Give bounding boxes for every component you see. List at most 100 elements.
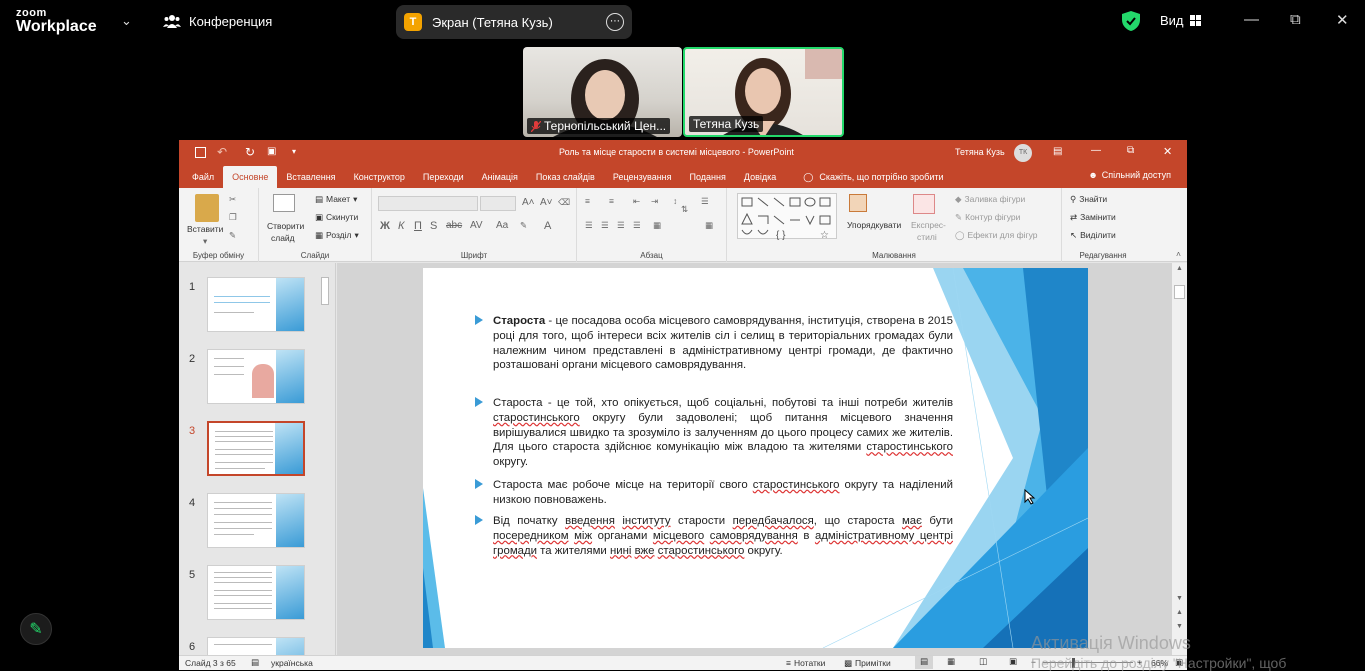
select-button[interactable]: ↖ Виділити [1070, 230, 1116, 241]
character-spacing-icon[interactable]: AV [470, 220, 483, 231]
thumbnail-row[interactable]: 1 [179, 277, 329, 337]
new-slide-button-line1[interactable]: Створити [267, 221, 304, 231]
undo-icon[interactable]: ↶ [217, 145, 227, 159]
shapes-gallery[interactable]: { } ☆ [737, 193, 837, 241]
paste-icon[interactable] [195, 194, 219, 222]
view-button[interactable]: Вид [1160, 13, 1201, 28]
format-painter-icon[interactable]: ✎ [229, 230, 236, 241]
shape-outline-button[interactable]: ✎ Контур фігури [955, 212, 1020, 223]
numbering-icon[interactable]: ≡ [609, 196, 614, 206]
tab-insert[interactable]: Вставлення [277, 166, 344, 188]
spelling-icon[interactable]: ▤ [251, 657, 259, 668]
text-direction-icon[interactable]: ⇅ [681, 204, 688, 215]
comments-button[interactable]: ▩ Примітки [844, 658, 891, 669]
notes-button[interactable]: ≡ Нотатки [786, 658, 825, 668]
meeting-info-button[interactable]: Конференция [163, 13, 272, 29]
annotate-pen-button[interactable]: ✎ [20, 613, 52, 645]
strikethrough-icon[interactable]: abc [446, 220, 462, 231]
tell-me-search[interactable]: ◯ Скажіть, що потрібно зробити [785, 166, 952, 188]
italic-icon[interactable]: К [398, 220, 404, 232]
normal-view-icon[interactable]: ▤ [915, 656, 933, 669]
thumbnail-scrollbar[interactable] [320, 267, 330, 651]
tab-help[interactable]: Довідка [735, 166, 785, 188]
scrollbar-thumb[interactable] [321, 277, 329, 305]
save-icon[interactable] [195, 147, 206, 158]
redo-icon[interactable]: ↻ [245, 145, 255, 159]
slide-thumbnail[interactable] [207, 277, 305, 332]
shape-effects-button[interactable]: ◯ Ефекти для фігур [955, 230, 1037, 241]
thumbnail-row[interactable]: 3 [179, 421, 329, 481]
copy-icon[interactable]: ❐ [229, 212, 237, 223]
share-button[interactable]: ☻ Спільний доступ [1088, 170, 1171, 180]
slide-thumbnail[interactable] [207, 349, 305, 404]
paste-button[interactable]: Вставити [187, 224, 223, 234]
new-slide-icon[interactable] [273, 194, 295, 212]
decrease-indent-icon[interactable]: ⇤ [633, 196, 640, 207]
tab-home[interactable]: Основне [223, 166, 278, 188]
slideshow-icon[interactable]: ▣ [1009, 656, 1017, 667]
shape-fill-button[interactable]: ◆ Заливка фігури [955, 194, 1025, 205]
tab-animations[interactable]: Анімація [473, 166, 527, 188]
chevron-down-icon[interactable]: ⌄ [121, 13, 132, 29]
customize-toolbar-icon[interactable]: ▾ [292, 147, 296, 156]
slideshow-start-icon[interactable]: ▣ [267, 146, 276, 157]
align-left-icon[interactable]: ☰ [585, 220, 593, 231]
tab-slideshow[interactable]: Показ слайдів [527, 166, 604, 188]
font-size-select[interactable] [480, 196, 516, 211]
previous-slide-icon[interactable]: ▲ [1176, 609, 1183, 616]
account-name[interactable]: Тетяна Кузь [955, 147, 1005, 157]
minimize-icon[interactable]: — [1091, 145, 1101, 156]
replace-button[interactable]: ⇄ Замінити [1070, 212, 1116, 223]
new-slide-button-line2[interactable]: слайд [271, 233, 295, 243]
bold-icon[interactable]: Ж [380, 220, 390, 232]
quick-styles-button-line1[interactable]: Експрес- [911, 220, 946, 230]
restore-icon[interactable]: ⧉ [1127, 145, 1134, 156]
screen-share-pill[interactable]: Т Экран (Тетяна Кузь) ⋯ [396, 5, 632, 39]
quick-styles-icon[interactable] [913, 194, 935, 214]
align-text-icon[interactable]: ▦ [653, 220, 661, 231]
quick-styles-button-line2[interactable]: стилі [917, 232, 937, 242]
smartart-icon[interactable]: ▦ [705, 220, 713, 231]
clear-formatting-icon[interactable]: ⌫ [558, 197, 570, 208]
minimize-icon[interactable]: — [1244, 11, 1259, 28]
font-name-select[interactable] [378, 196, 478, 211]
participant-video-tile[interactable]: Тернопільський Цен... [523, 47, 682, 137]
cut-icon[interactable]: ✂ [229, 194, 236, 205]
arrange-button[interactable]: Упорядкувати [847, 220, 901, 230]
tab-view[interactable]: Подання [681, 166, 735, 188]
reset-button[interactable]: ▣ Скинути [315, 212, 358, 223]
scroll-up-icon[interactable]: ▲ [1176, 265, 1183, 272]
ribbon-display-icon[interactable]: ▤ [1053, 146, 1062, 157]
line-spacing-icon[interactable]: ↕ [673, 196, 677, 206]
shield-check-icon[interactable] [1122, 11, 1140, 31]
thumbnail-row[interactable]: 5 [179, 565, 329, 625]
thumbnail-row[interactable]: 4 [179, 493, 329, 553]
scrollbar-thumb[interactable] [1174, 285, 1185, 299]
arrange-icon[interactable] [849, 194, 867, 212]
slide-scrollbar[interactable]: ▲ ▼ ▲ ▼ [1172, 263, 1187, 655]
slide-thumbnail[interactable] [207, 493, 305, 548]
align-right-icon[interactable]: ☰ [617, 220, 625, 231]
tab-file[interactable]: Файл [183, 166, 223, 188]
avatar[interactable]: ТК [1014, 144, 1032, 162]
bullets-icon[interactable]: ≡ [585, 196, 590, 206]
decrease-font-icon[interactable]: A˅ [540, 197, 553, 208]
close-icon[interactable]: ✕ [1336, 11, 1349, 29]
next-slide-icon[interactable]: ▼ [1176, 623, 1183, 630]
shadow-icon[interactable]: S [430, 220, 437, 232]
collapse-ribbon-icon[interactable]: ˄ [1176, 249, 1181, 259]
change-case-icon[interactable]: Aa [496, 220, 508, 231]
increase-indent-icon[interactable]: ⇥ [651, 196, 658, 207]
scroll-down-icon[interactable]: ▼ [1176, 595, 1183, 602]
chevron-down-icon[interactable]: ▾ [203, 236, 207, 247]
tab-transitions[interactable]: Переходи [414, 166, 473, 188]
restore-icon[interactable]: ⧉ [1290, 11, 1301, 28]
tab-review[interactable]: Рецензування [604, 166, 681, 188]
increase-font-icon[interactable]: A˄ [522, 197, 535, 208]
highlight-icon[interactable]: ✎ [520, 220, 527, 231]
font-color-icon[interactable]: A [544, 220, 551, 232]
language-indicator[interactable]: українська [271, 658, 313, 668]
slide-thumbnail-selected[interactable] [207, 421, 305, 476]
slide-thumbnail[interactable] [207, 565, 305, 620]
reading-view-icon[interactable]: ◫ [979, 656, 987, 667]
